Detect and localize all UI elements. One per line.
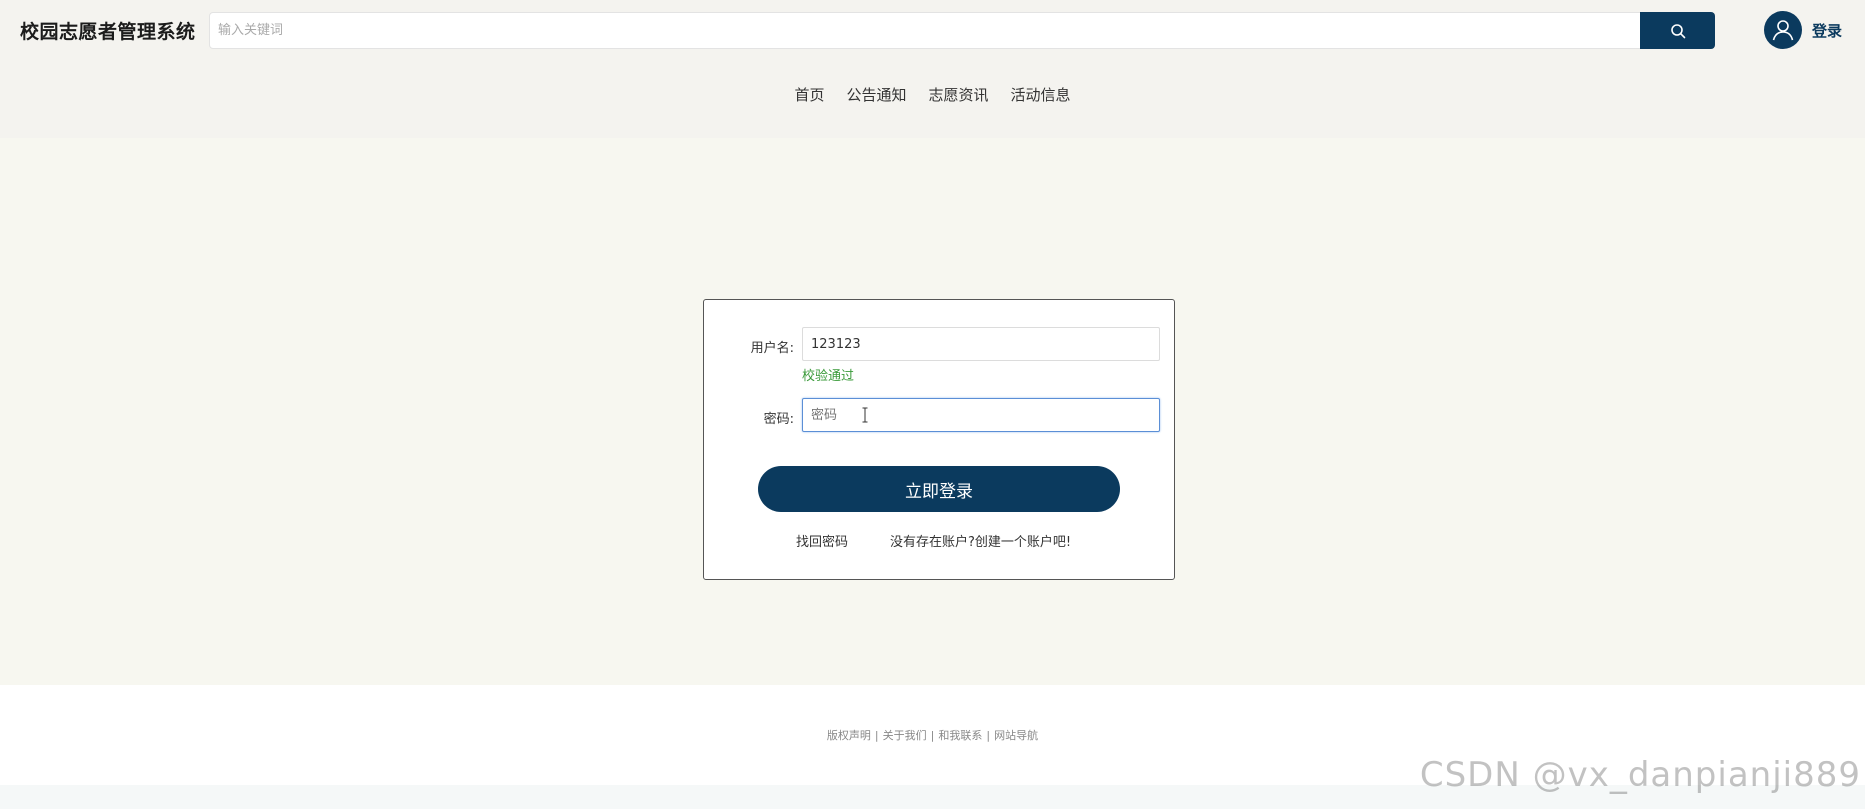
nav-item-news[interactable]: 志愿资讯 bbox=[929, 84, 989, 105]
footer-link-contact[interactable]: 和我联系 bbox=[938, 729, 982, 742]
password-input[interactable] bbox=[803, 399, 1159, 431]
username-label: 用户名: bbox=[750, 341, 794, 356]
login-submit-button[interactable]: 立即登录 bbox=[758, 466, 1120, 512]
login-link[interactable]: 登录 bbox=[1812, 20, 1842, 41]
main-content: 用户名: 校验通过 密码: 立即登录 找回密码 没有存在账户?创建一个账户吧! bbox=[0, 138, 1865, 685]
footer-separator: | bbox=[986, 729, 991, 742]
user-area: 登录 bbox=[1764, 11, 1842, 49]
username-input[interactable] bbox=[803, 328, 1159, 360]
search-button[interactable] bbox=[1640, 12, 1715, 49]
main-nav: 首页 公告通知 志愿资讯 活动信息 bbox=[0, 84, 1865, 105]
watermark: CSDN @vx_danpianji889 bbox=[1419, 755, 1861, 795]
login-card: 用户名: 校验通过 密码: 立即登录 找回密码 没有存在账户?创建一个账户吧! bbox=[703, 299, 1175, 580]
search-icon bbox=[1670, 23, 1685, 38]
password-label: 密码: bbox=[763, 412, 794, 427]
password-field-wrap bbox=[802, 398, 1160, 432]
search-input[interactable] bbox=[210, 13, 1640, 48]
forgot-password-link[interactable]: 找回密码 bbox=[796, 531, 848, 550]
footer-link-sitemap[interactable]: 网站导航 bbox=[994, 729, 1038, 742]
text-cursor-icon bbox=[862, 407, 868, 423]
footer-separator: | bbox=[874, 729, 879, 742]
username-field-wrap bbox=[802, 327, 1160, 361]
footer-link-about[interactable]: 关于我们 bbox=[883, 729, 927, 742]
footer-separator: | bbox=[930, 729, 935, 742]
username-validation-hint: 校验通过 bbox=[802, 369, 855, 384]
footer-link-copyright[interactable]: 版权声明 bbox=[827, 729, 871, 742]
nav-item-home[interactable]: 首页 bbox=[794, 84, 824, 105]
top-header: 校园志愿者管理系统 登录 首页 公告通知 志愿资讯 活动信息 bbox=[0, 0, 1865, 138]
register-link[interactable]: 没有存在账户?创建一个账户吧! bbox=[890, 531, 1071, 550]
footer-links: 版权声明 | 关于我们 | 和我联系 | 网站导航 bbox=[0, 727, 1865, 743]
user-icon bbox=[1772, 20, 1794, 41]
nav-item-activities[interactable]: 活动信息 bbox=[1011, 84, 1071, 105]
nav-item-notices[interactable]: 公告通知 bbox=[846, 84, 906, 105]
site-title[interactable]: 校园志愿者管理系统 bbox=[20, 17, 196, 44]
search-box bbox=[209, 12, 1641, 49]
avatar[interactable] bbox=[1764, 11, 1802, 49]
